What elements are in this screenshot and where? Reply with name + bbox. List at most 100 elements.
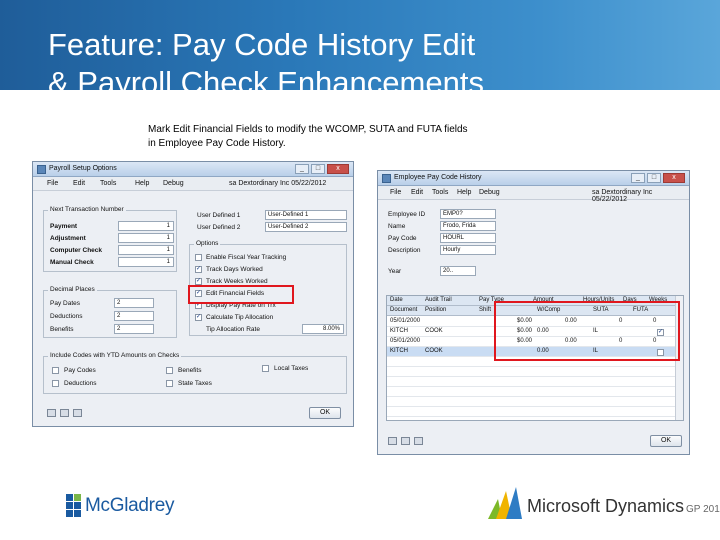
help-icon[interactable] bbox=[73, 409, 82, 417]
menu-help[interactable]: Help bbox=[457, 189, 471, 196]
menu-debug[interactable]: Debug bbox=[479, 189, 500, 196]
maximize-button[interactable]: □ bbox=[647, 173, 661, 183]
tip-rate-field[interactable]: 8.00% bbox=[302, 324, 344, 334]
edit-financial-fields-highlight bbox=[188, 285, 294, 304]
table-row[interactable] bbox=[387, 367, 683, 377]
user-defined-1-label: User Defined 1 bbox=[197, 212, 241, 219]
description-label: Description bbox=[388, 247, 421, 254]
close-button[interactable]: x bbox=[327, 164, 349, 174]
decimal-places-group: Decimal Places Pay Dates 2 Deductions 2 … bbox=[43, 286, 177, 338]
menu-bar: File Edit Tools Help Debug sa Dextordina… bbox=[378, 186, 689, 203]
include-label: State Taxes bbox=[178, 380, 212, 387]
deductions-label: Deductions bbox=[50, 313, 83, 320]
dynamics-mark-icon bbox=[488, 487, 522, 519]
microsoft-dynamics-logo: Microsoft DynamicsGP 2013 bbox=[486, 485, 720, 521]
payment-label: Payment bbox=[50, 223, 78, 230]
pay-codes-checkbox[interactable] bbox=[52, 367, 59, 374]
option-label: Track Days Worked bbox=[206, 266, 263, 273]
maximize-button[interactable]: □ bbox=[311, 164, 325, 174]
menu-tools[interactable]: Tools bbox=[100, 180, 116, 187]
year-label: Year bbox=[388, 268, 402, 275]
window-titlebar[interactable]: Payroll Setup Options _ □ x bbox=[33, 162, 353, 177]
table-row[interactable] bbox=[387, 407, 683, 417]
column-header[interactable]: Document bbox=[390, 307, 417, 313]
column-header[interactable]: Date bbox=[390, 297, 403, 303]
table-row[interactable] bbox=[387, 387, 683, 397]
menu-bar: File Edit Tools Help Debug sa Dextordina… bbox=[33, 177, 353, 191]
footer-icons bbox=[47, 409, 82, 417]
financial-fields-highlight bbox=[494, 301, 680, 361]
payment-field[interactable]: 1 bbox=[118, 221, 174, 231]
weeks-worked-checkbox[interactable]: ✓ bbox=[195, 278, 202, 285]
option-label: Calculate Tip Allocation bbox=[206, 314, 274, 321]
menu-file[interactable]: File bbox=[390, 189, 401, 196]
deductions-select[interactable]: 2 bbox=[114, 311, 154, 321]
next-transaction-group: Next Transaction Number Payment 1 Adjust… bbox=[43, 206, 177, 272]
minimize-button[interactable]: _ bbox=[295, 164, 309, 174]
column-header[interactable]: Position bbox=[425, 307, 446, 313]
group-label: Next Transaction Number bbox=[48, 206, 126, 213]
column-header[interactable]: Audit Trail bbox=[425, 297, 452, 303]
benefits-checkbox[interactable] bbox=[166, 367, 173, 374]
pay-dates-select[interactable]: 2 bbox=[114, 298, 154, 308]
name-label: Name bbox=[388, 223, 406, 230]
cell-date: KITCH bbox=[390, 348, 408, 354]
gp-version-label: GP 2013 bbox=[686, 504, 720, 515]
minimize-button[interactable]: _ bbox=[631, 173, 645, 183]
cell-date: 05/01/2000 bbox=[390, 338, 421, 344]
window-titlebar[interactable]: Employee Pay Code History _ □ x bbox=[378, 171, 689, 186]
table-row[interactable] bbox=[387, 377, 683, 387]
table-row[interactable] bbox=[387, 397, 683, 407]
cell-audit: COOK bbox=[425, 348, 443, 354]
fiscal-year-checkbox[interactable] bbox=[195, 254, 202, 261]
folder-icon[interactable] bbox=[60, 409, 69, 417]
local-taxes-checkbox[interactable] bbox=[262, 365, 269, 372]
mcgladrey-mark-icon bbox=[66, 494, 81, 517]
benefits-select[interactable]: 2 bbox=[114, 324, 154, 334]
help-icon[interactable] bbox=[414, 437, 423, 445]
window-title: Employee Pay Code History bbox=[394, 174, 482, 181]
year-select[interactable]: 20.. bbox=[440, 266, 476, 276]
adjustment-field[interactable]: 1 bbox=[118, 233, 174, 243]
description-field: Hourly bbox=[440, 245, 496, 255]
pay-code-field[interactable]: HOURL bbox=[440, 233, 496, 243]
menu-file[interactable]: File bbox=[47, 180, 58, 187]
computer-check-label: Computer Check bbox=[50, 247, 103, 254]
include-label: Benefits bbox=[178, 367, 202, 374]
state-taxes-checkbox[interactable] bbox=[166, 380, 173, 387]
manual-check-field[interactable]: 1 bbox=[118, 257, 174, 267]
menu-edit[interactable]: Edit bbox=[411, 189, 423, 196]
folder-icon[interactable] bbox=[401, 437, 410, 445]
user-defined-1-field[interactable]: User-Defined 1 bbox=[265, 210, 347, 220]
slide-title-line-1: Feature: Pay Code History Edit bbox=[48, 27, 476, 62]
include-label: Deductions bbox=[64, 380, 97, 387]
cell-date: 05/01/2000 bbox=[390, 318, 421, 324]
session-info: sa Dextordinary Inc 05/22/2012 bbox=[592, 189, 653, 203]
deductions-checkbox[interactable] bbox=[52, 380, 59, 387]
ok-button[interactable]: OK bbox=[309, 407, 341, 419]
session-info: sa Dextordinary Inc 05/22/2012 bbox=[229, 180, 327, 187]
name-field: Frodo, Frida bbox=[440, 221, 496, 231]
computer-check-field[interactable]: 1 bbox=[118, 245, 174, 255]
print-icon[interactable] bbox=[47, 409, 56, 417]
days-worked-checkbox[interactable]: ✓ bbox=[195, 266, 202, 273]
group-label: Decimal Places bbox=[48, 286, 97, 293]
menu-edit[interactable]: Edit bbox=[73, 180, 85, 187]
user-defined-2-field[interactable]: User-Defined 2 bbox=[265, 222, 347, 232]
print-icon[interactable] bbox=[388, 437, 397, 445]
ok-button[interactable]: OK bbox=[650, 435, 682, 447]
cell-date: KITCH bbox=[390, 328, 408, 334]
slide-title-line-2: & Payroll Check Enhancements bbox=[48, 65, 484, 90]
menu-help[interactable]: Help bbox=[135, 180, 149, 187]
tip-allocation-checkbox[interactable]: ✓ bbox=[195, 314, 202, 321]
pay-code-label: Pay Code bbox=[388, 235, 417, 242]
title-band: Feature: Pay Code History Edit & Payroll… bbox=[0, 0, 720, 90]
close-button[interactable]: x bbox=[663, 173, 685, 183]
employee-id-field[interactable]: EMP0? bbox=[440, 209, 496, 219]
app-icon bbox=[382, 174, 391, 183]
microsoft-dynamics-wordmark: Microsoft Dynamics bbox=[527, 496, 685, 516]
menu-tools[interactable]: Tools bbox=[432, 189, 448, 196]
column-header[interactable]: Shift bbox=[479, 307, 491, 313]
option-label: Track Weeks Worked bbox=[206, 278, 268, 285]
menu-debug[interactable]: Debug bbox=[163, 180, 184, 187]
